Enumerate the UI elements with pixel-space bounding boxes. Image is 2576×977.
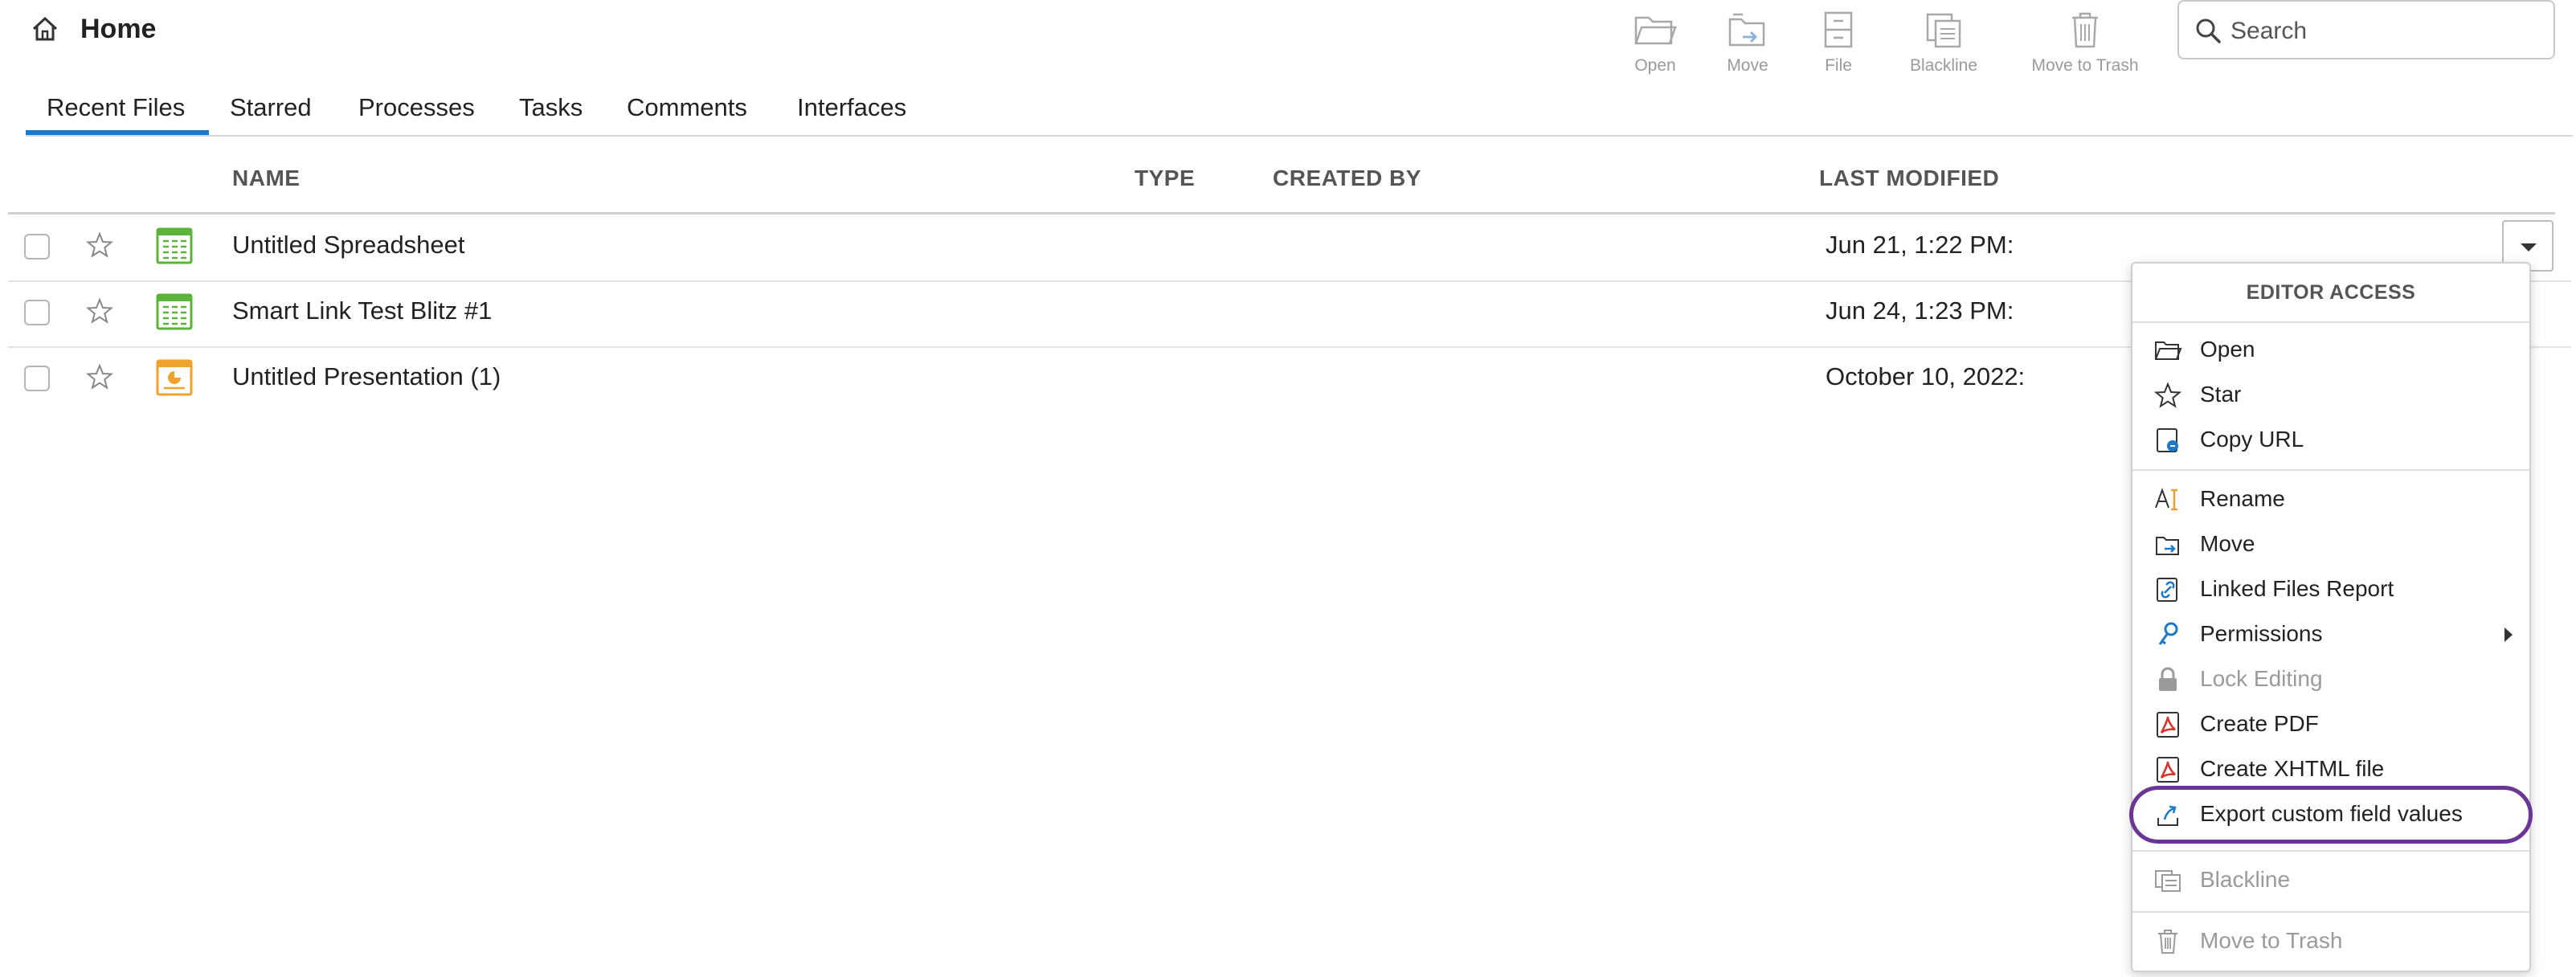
star-icon xyxy=(2153,381,2182,410)
menu-item-create-pdf[interactable]: Create PDF xyxy=(2132,702,2529,747)
column-header-type[interactable]: TYPE xyxy=(1135,166,1195,191)
toolbar-blackline-label: Blackline xyxy=(1909,56,1978,75)
row-checkbox[interactable] xyxy=(24,366,50,391)
menu-item-permissions[interactable]: Permissions xyxy=(2132,612,2529,657)
presentation-icon xyxy=(156,359,193,396)
move-icon xyxy=(2153,530,2182,559)
trash-icon xyxy=(2063,8,2108,51)
copy-url-icon xyxy=(2153,426,2182,455)
menu-item-rename[interactable]: Rename xyxy=(2132,477,2529,522)
search-box[interactable] xyxy=(2177,0,2555,59)
menu-separator xyxy=(2132,469,2529,471)
menu-item-label: Blackline xyxy=(2200,867,2291,892)
tab-starred[interactable]: Starred xyxy=(230,93,312,122)
menu-item-label: Move to Trash xyxy=(2200,928,2343,953)
toolbar-file-label: File xyxy=(1825,56,1852,75)
key-icon xyxy=(2153,620,2182,649)
tab-tasks[interactable]: Tasks xyxy=(519,93,583,122)
menu-item-label: Open xyxy=(2200,337,2255,362)
menu-item-copy-url[interactable]: Copy URL xyxy=(2132,418,2529,463)
chevron-down-icon xyxy=(2520,243,2537,252)
blackline-icon xyxy=(1921,8,1966,51)
toolbar-move-to-trash-button[interactable]: Move to Trash xyxy=(2029,8,2141,80)
spreadsheet-icon xyxy=(156,293,193,330)
menu-item-label: Star xyxy=(2200,382,2242,407)
tab-recent-files[interactable]: Recent Files xyxy=(47,93,185,122)
toolbar-blackline-button[interactable]: Blackline xyxy=(1887,8,2000,80)
submenu-arrow-icon xyxy=(2504,627,2513,643)
home-icon[interactable] xyxy=(29,13,61,45)
toolbar-file-button[interactable]: File xyxy=(1782,8,1895,80)
toolbar-move-to-trash-label: Move to Trash xyxy=(2031,56,2139,75)
row-checkbox[interactable] xyxy=(24,234,50,260)
tab-bar: Recent Files Starred Processes Tasks Com… xyxy=(26,88,2573,137)
menu-item-label: Copy URL xyxy=(2200,427,2304,452)
column-header-created-by[interactable]: CREATED BY xyxy=(1273,166,1421,191)
star-icon[interactable] xyxy=(85,362,114,391)
menu-item-move[interactable]: Move xyxy=(2132,522,2529,567)
spreadsheet-icon xyxy=(156,227,193,264)
folder-open-icon xyxy=(1633,8,1678,51)
menu-item-label: Lock Editing xyxy=(2200,666,2323,691)
last-modified: Jun 21, 1:22 PM: xyxy=(1826,231,2014,259)
context-menu: EDITOR ACCESS Open Star Copy URL Rename … xyxy=(2131,262,2531,972)
pdf-icon xyxy=(2153,710,2182,739)
trash-icon xyxy=(2153,927,2182,956)
file-name[interactable]: Smart Link Test Blitz #1 xyxy=(232,296,492,325)
lock-icon xyxy=(2153,665,2182,694)
linked-files-icon xyxy=(2153,575,2182,604)
active-tab-indicator xyxy=(26,130,209,135)
menu-item-blackline[interactable]: Blackline xyxy=(2132,858,2529,903)
tab-comments[interactable]: Comments xyxy=(627,93,747,122)
menu-item-open[interactable]: Open xyxy=(2132,328,2529,373)
menu-item-label: Create PDF xyxy=(2200,711,2319,736)
pdf-icon xyxy=(2153,755,2182,784)
column-header-name[interactable]: NAME xyxy=(232,166,300,191)
page-title: Home xyxy=(80,14,157,44)
menu-separator xyxy=(2132,850,2529,852)
rename-icon xyxy=(2153,485,2182,514)
file-name[interactable]: Untitled Spreadsheet xyxy=(232,231,465,260)
star-icon[interactable] xyxy=(85,296,114,325)
menu-item-label: Permissions xyxy=(2200,621,2323,646)
move-icon xyxy=(1725,8,1770,51)
menu-item-label: Rename xyxy=(2200,486,2285,511)
menu-item-label: Move xyxy=(2200,531,2255,556)
menu-item-move-to-trash[interactable]: Move to Trash xyxy=(2132,919,2529,964)
menu-item-label: Linked Files Report xyxy=(2200,576,2394,601)
menu-header: EDITOR ACCESS xyxy=(2132,264,2529,323)
search-input[interactable] xyxy=(2229,11,2545,51)
search-icon xyxy=(2194,16,2222,45)
row-checkbox[interactable] xyxy=(24,300,50,325)
blackline-icon xyxy=(2153,866,2182,895)
column-header-last-modified[interactable]: LAST MODIFIED xyxy=(1819,166,1999,191)
highlight-annotation xyxy=(2129,786,2533,844)
tab-processes[interactable]: Processes xyxy=(358,93,475,122)
folder-open-icon xyxy=(2153,336,2182,365)
tab-interfaces[interactable]: Interfaces xyxy=(797,93,906,122)
last-modified: Jun 24, 1:23 PM: xyxy=(1826,296,2014,325)
file-name[interactable]: Untitled Presentation (1) xyxy=(232,362,501,391)
menu-item-linked-files-report[interactable]: Linked Files Report xyxy=(2132,567,2529,612)
last-modified: October 10, 2022: xyxy=(1826,362,2026,390)
star-icon[interactable] xyxy=(85,231,114,260)
menu-item-label: Create XHTML file xyxy=(2200,756,2385,781)
menu-separator xyxy=(2132,911,2529,913)
menu-item-star[interactable]: Star xyxy=(2132,373,2529,418)
menu-item-lock-editing[interactable]: Lock Editing xyxy=(2132,657,2529,702)
file-cabinet-icon xyxy=(1816,8,1861,51)
